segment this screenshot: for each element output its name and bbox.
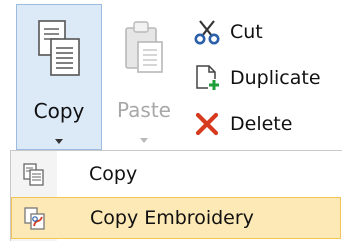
copy-icon [38, 20, 80, 76]
delete-x-icon [194, 111, 220, 137]
copy-dropdown-menu: Copy Copy Embroidery [10, 150, 342, 241]
chevron-down-icon[interactable] [140, 138, 148, 143]
clipboard-ribbon-group: Copy Paste Cut Duplicate Delete [0, 0, 342, 150]
copy-embroidery-icon [22, 205, 48, 231]
copy-button-label: Copy [33, 99, 85, 123]
scissors-icon [194, 19, 220, 45]
delete-button[interactable]: Delete [194, 108, 342, 140]
paste-button-label: Paste [117, 98, 171, 122]
menu-item-copy-embroidery[interactable]: Copy Embroidery [11, 197, 341, 239]
paste-icon [125, 21, 163, 73]
menu-item-label: Copy Embroidery [90, 207, 254, 229]
menu-item-label: Copy [89, 163, 138, 185]
duplicate-button[interactable]: Duplicate [194, 62, 342, 94]
chevron-down-icon[interactable] [55, 139, 63, 144]
cut-label: Cut [230, 21, 263, 43]
copy-button[interactable]: Copy [16, 4, 102, 150]
menu-item-copy[interactable]: Copy [11, 153, 342, 195]
delete-label: Delete [230, 113, 293, 135]
duplicate-icon [194, 65, 220, 91]
paste-button[interactable]: Paste [104, 4, 184, 150]
copy-icon [21, 161, 47, 187]
cut-button[interactable]: Cut [194, 16, 342, 48]
duplicate-label: Duplicate [230, 67, 321, 89]
